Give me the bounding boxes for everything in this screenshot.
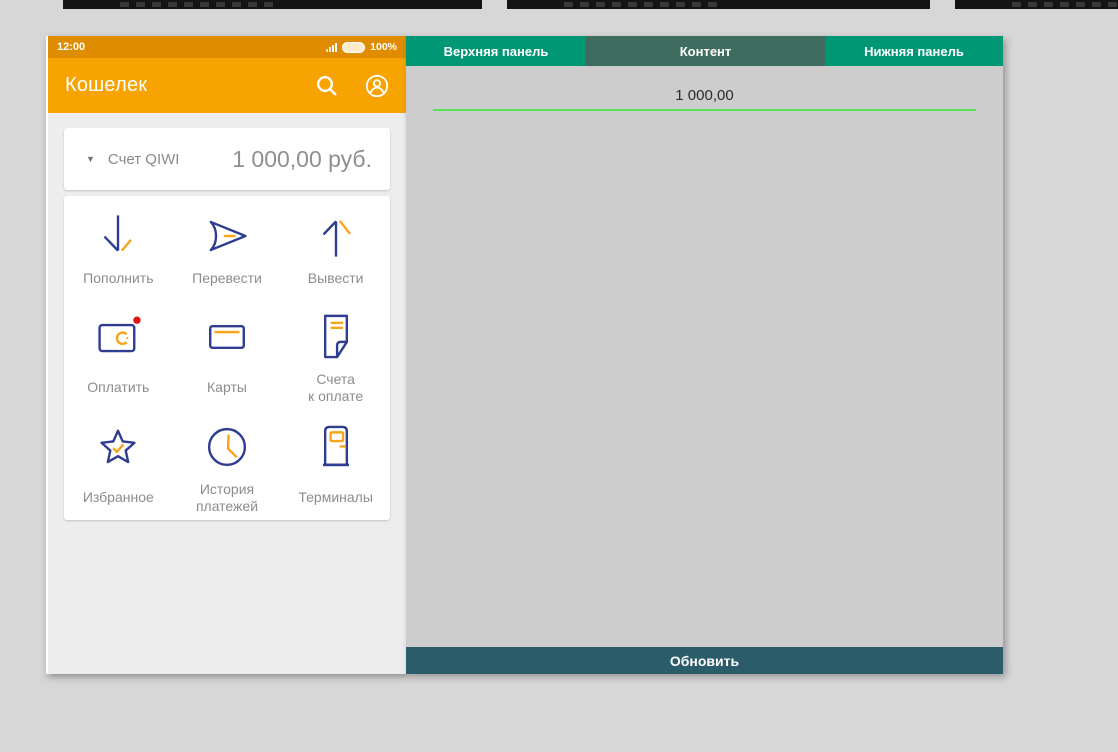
- battery-percent: 100%: [370, 41, 397, 53]
- tab-bottom-panel[interactable]: Нижняя панель: [825, 36, 1003, 66]
- arrow-up-icon: [322, 219, 351, 257]
- arrow-down-icon: [103, 214, 133, 251]
- phone-mockup: 12:00 100% Кошелек ▼ Счет QIWI 1 000,00 …: [46, 36, 406, 674]
- send-icon: [209, 220, 247, 251]
- card-icon: [209, 324, 245, 349]
- panel-content: 1 000,00: [406, 66, 1003, 647]
- background-window-bar[interactable]: [63, 0, 482, 9]
- app-header: Кошелек: [48, 58, 406, 113]
- value-underline: [433, 109, 976, 111]
- battery-icon: [342, 41, 366, 53]
- wallet-icon: [98, 316, 141, 352]
- account-label: Счет QIWI: [107, 150, 180, 168]
- menu-item-withdraw[interactable]: Вывести: [281, 196, 390, 300]
- account-balance: 1 000,00 руб.: [232, 145, 372, 172]
- background-window-bar[interactable]: [955, 0, 1118, 9]
- balance-value-field[interactable]: 1 000,00: [406, 87, 1003, 109]
- chevron-down-icon: ▼: [86, 154, 95, 164]
- menu-item-cards[interactable]: Карты: [173, 300, 282, 415]
- terminal-icon: [322, 425, 349, 466]
- menu-item-history[interactable]: История платежей: [173, 415, 282, 520]
- background-window-bar[interactable]: [507, 0, 930, 9]
- menu-item-terminals[interactable]: Терминалы: [281, 415, 390, 520]
- menu-item-label: Карты: [207, 379, 247, 395]
- menu-item-label: История платежей: [195, 480, 259, 514]
- notification-badge: [133, 316, 141, 324]
- refresh-button[interactable]: Обновить: [406, 647, 1003, 674]
- tab-content[interactable]: Контент: [586, 36, 825, 66]
- menu-item-pay[interactable]: Оплатить: [64, 300, 173, 415]
- tab-top-panel[interactable]: Верхняя панель: [406, 36, 586, 66]
- panel-tab-bar: Верхняя панель Контент Нижняя панель: [406, 36, 1003, 66]
- window-bar-text-remnant: [1012, 2, 1118, 7]
- menu-item-label: Пополнить: [83, 269, 154, 286]
- menu-item-favorites[interactable]: Избранное: [64, 415, 173, 520]
- profile-icon[interactable]: [365, 74, 389, 98]
- search-icon[interactable]: [315, 74, 339, 98]
- status-time: 12:00: [57, 41, 86, 53]
- window-bar-text-remnant: [564, 2, 719, 7]
- wallet-menu-grid: Пополнить Перевести Вывести Оплатить Кар…: [64, 196, 390, 520]
- status-bar: 12:00 100%: [48, 36, 406, 58]
- menu-item-label: Вывести: [307, 269, 364, 286]
- menu-item-label: Оплатить: [87, 379, 150, 395]
- app-title: Кошелек: [65, 74, 148, 96]
- test-panel: Верхняя панель Контент Нижняя панель 1 0…: [406, 36, 1003, 674]
- bill-icon: [323, 314, 348, 358]
- menu-item-label: Счета к оплате: [308, 370, 364, 404]
- menu-item-topup[interactable]: Пополнить: [64, 196, 173, 300]
- menu-item-label: Избранное: [82, 489, 154, 505]
- clock-icon: [207, 427, 247, 466]
- window-bar-text-remnant: [120, 2, 275, 7]
- menu-item-label: Терминалы: [298, 489, 373, 505]
- menu-item-label: Перевести: [192, 269, 262, 286]
- signal-icon: [326, 42, 338, 52]
- star-icon: [100, 429, 136, 463]
- account-selector[interactable]: ▼ Счет QIWI 1 000,00 руб.: [64, 128, 390, 190]
- menu-item-transfer[interactable]: Перевести: [173, 196, 282, 300]
- menu-item-bills[interactable]: Счета к оплате: [281, 300, 390, 415]
